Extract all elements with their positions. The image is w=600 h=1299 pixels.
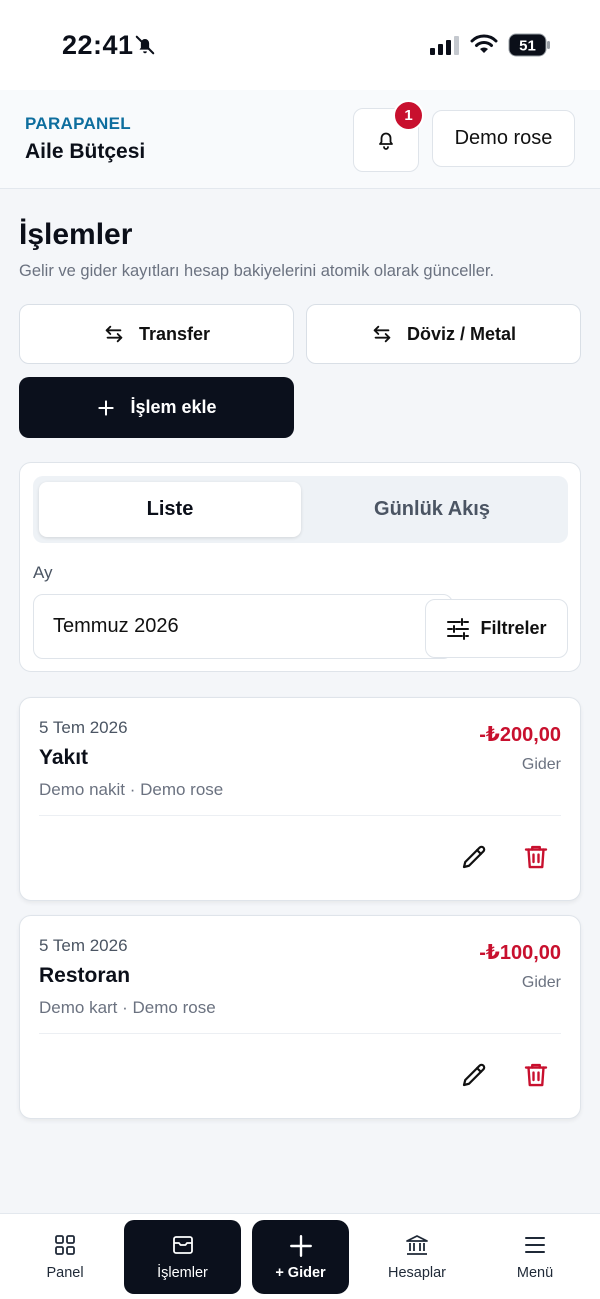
bank-icon [406,1235,428,1255]
app-header: PARAPANEL Aile Bütçesi 1 Demo rose [0,90,600,189]
battery-level: 51 [519,38,536,55]
transaction-date: 5 Tem 2026 [39,718,128,737]
swap-arrows-icon [105,325,123,343]
view-toggle: Liste Günlük Akış [33,476,568,543]
transaction-card: 5 Tem 2026 Restoran Demo kart · Demo ros… [19,915,581,1119]
nav-transactions[interactable]: İşlemler [124,1220,241,1294]
add-transaction-button[interactable]: İşlem ekle [19,377,294,438]
month-label: Ay [33,563,53,582]
filter-card: Liste Günlük Akış Ay Temmuz 2026 Filtrel… [19,462,581,672]
transfer-label: Transfer [138,323,211,344]
pencil-icon[interactable] [459,1060,489,1090]
divider [39,1033,561,1034]
bottom-nav: Panel İşlemler + Gider Hesaplar Menü [0,1213,600,1299]
fx-metal-label: Döviz / Metal [406,323,517,344]
budget-name: Aile Bütçesi [25,140,146,163]
menu-icon [525,1237,545,1253]
trash-icon[interactable] [521,1060,551,1090]
swap-arrows-icon [373,325,391,343]
nav-label: Menü [516,1265,554,1281]
nav-label: Panel [46,1265,84,1281]
tab-list[interactable]: Liste [39,482,301,537]
transaction-type: Gider [521,974,561,991]
add-transaction-label: İşlem ekle [130,397,217,417]
fx-metal-button[interactable]: Döviz / Metal [306,304,581,364]
trash-icon[interactable] [521,842,551,872]
grid-icon [55,1235,75,1255]
sliders-icon [447,617,470,640]
transaction-card: 5 Tem 2026 Yakıt Demo nakit · Demo rose … [19,697,581,901]
brand-name: PARAPANEL [25,114,131,133]
month-value: Temmuz 2026 [53,615,179,637]
nav-label: + Gider [275,1265,326,1281]
notification-badge: 1 [393,100,424,131]
nav-label: İşlemler [157,1265,208,1281]
bell-slash-icon [135,35,155,55]
bell-icon [379,132,393,150]
page-title: İşlemler [19,218,133,251]
nav-menu[interactable]: Menü [490,1220,580,1294]
transaction-meta: Demo nakit · Demo rose [39,780,224,799]
transaction-amount: -₺100,00 [479,942,561,964]
transaction-title: Restoran [39,964,131,987]
month-select[interactable]: Temmuz 2026 [33,594,453,659]
nav-accounts[interactable]: Hesaplar [368,1220,466,1294]
pencil-icon[interactable] [459,842,489,872]
transaction-meta: Demo kart · Demo rose [39,998,216,1017]
filters-label: Filtreler [480,618,547,638]
cellular-signal-icon [430,36,459,55]
wallet-icon [172,1236,193,1254]
transaction-amount: -₺200,00 [479,724,561,746]
page-subtitle: Gelir ve gider kayıtları hesap bakiyeler… [19,262,495,280]
divider [39,815,561,816]
wifi-icon [470,34,498,53]
plus-icon [289,1235,312,1257]
nav-panel[interactable]: Panel [13,1220,117,1294]
transaction-date: 5 Tem 2026 [39,936,128,955]
battery-icon: 51 [508,33,550,57]
status-time: 22:41 [62,30,134,60]
transaction-title: Yakıt [39,746,89,769]
transfer-button[interactable]: Transfer [19,304,294,364]
nav-add-expense[interactable]: + Gider [252,1220,349,1294]
filters-button[interactable]: Filtreler [425,599,568,658]
plus-icon [98,399,115,416]
user-menu-button[interactable]: Demo rose [432,110,575,167]
nav-label: Hesaplar [387,1265,447,1281]
tab-daily-flow[interactable]: Günlük Akış [301,482,563,537]
transaction-type: Gider [521,756,561,773]
status-bar: 22:41 51 [0,0,600,90]
